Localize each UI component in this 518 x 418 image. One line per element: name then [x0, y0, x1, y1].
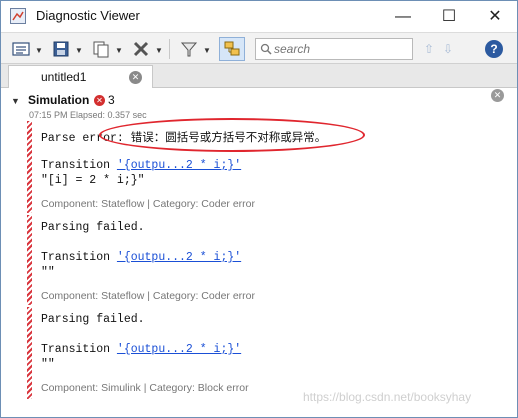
model-hierarchy-icon: [224, 41, 240, 56]
title-bar: Diagnostic Viewer — ☐ ✕: [1, 1, 517, 32]
watermark: https://blog.csdn.net/booksyhay: [303, 390, 472, 404]
transition-code: "": [41, 358, 55, 371]
transition-link[interactable]: '{outpu...2 * i;}': [117, 251, 241, 264]
previous-result-icon[interactable]: ⇧: [424, 42, 434, 56]
diagnostic-viewer-window: Diagnostic Viewer — ☐ ✕ ▼ ▼ ▼ ▼ ▼ search…: [0, 0, 518, 418]
error-stripe: [27, 121, 32, 213]
help-button[interactable]: ?: [485, 40, 503, 58]
error-message: Parsing failed.: [41, 313, 145, 326]
search-field[interactable]: [255, 38, 413, 60]
clear-x-icon: [133, 41, 149, 57]
list-view-icon: [12, 42, 30, 56]
copy-icon: [93, 41, 109, 58]
entry-footer: Component: Stateflow | Category: Coder e…: [41, 290, 255, 302]
maximize-button[interactable]: ☐: [426, 1, 472, 32]
chevron-down-icon: ▼: [203, 46, 211, 55]
transition-code: "[i] = 2 * i;}": [41, 174, 145, 187]
annotation-ellipse: [99, 118, 365, 152]
entry-footer: Component: Simulink | Category: Block er…: [41, 382, 249, 394]
save-icon: [53, 41, 69, 57]
diagnostics-panel: ✕ ▼ Simulation ✕ 3 07:15 PM Elapsed: 0.3…: [1, 89, 517, 417]
error-count: 3: [108, 93, 115, 107]
transition-label: Transition: [41, 251, 117, 264]
window-title: Diagnostic Viewer: [36, 8, 140, 23]
search-icon: [260, 43, 272, 55]
transition-code: "": [41, 266, 55, 279]
next-result-icon[interactable]: ⇩: [443, 42, 453, 56]
diagnostic-entry: Parsing failed. Transition '{outpu...2 *…: [27, 307, 497, 399]
minimize-button[interactable]: —: [380, 1, 426, 32]
panel-close-icon[interactable]: ✕: [491, 89, 504, 102]
search-input[interactable]: [274, 41, 410, 57]
transition-link[interactable]: '{outpu...2 * i;}': [117, 159, 241, 172]
transition-line: Transition '{outpu...2 * i;}': [41, 251, 241, 264]
section-title: Simulation: [28, 93, 90, 107]
app-icon: [10, 8, 26, 24]
save-button[interactable]: ▼: [51, 39, 83, 59]
chevron-down-icon: ▼: [75, 46, 83, 55]
tab-label: untitled1: [41, 70, 87, 84]
entry-footer: Component: Stateflow | Category: Coder e…: [41, 198, 255, 210]
tab-untitled1[interactable]: untitled1 ✕: [8, 65, 153, 88]
transition-line: Transition '{outpu...2 * i;}': [41, 159, 241, 172]
toolbar: ▼ ▼ ▼ ▼ ▼ search ⇧ ⇩ ?: [1, 32, 517, 64]
error-stripe: [27, 215, 32, 305]
group-by-model-toggle[interactable]: [219, 37, 245, 61]
transition-label: Transition: [41, 159, 117, 172]
diagnostic-entry: Parsing failed. Transition '{outpu...2 *…: [27, 215, 497, 305]
filter-button[interactable]: ▼: [179, 39, 211, 59]
close-window-button[interactable]: ✕: [472, 1, 518, 32]
chevron-down-icon: ▼: [155, 46, 163, 55]
model-tab-strip: untitled1 ✕: [1, 64, 517, 88]
transition-link[interactable]: '{outpu...2 * i;}': [117, 343, 241, 356]
error-icon: ✕: [94, 95, 105, 106]
collapse-caret-icon[interactable]: ▼: [11, 96, 20, 106]
toolbar-separator: [169, 39, 170, 59]
chevron-down-icon: ▼: [115, 46, 123, 55]
simulation-timestamp: 07:15 PM Elapsed: 0.357 sec: [29, 110, 147, 120]
view-options-button[interactable]: ▼: [11, 39, 43, 59]
transition-line: Transition '{outpu...2 * i;}': [41, 343, 241, 356]
error-stripe: [27, 307, 32, 399]
copy-button[interactable]: ▼: [91, 39, 123, 59]
filter-funnel-icon: [180, 42, 198, 57]
transition-label: Transition: [41, 343, 117, 356]
error-message: Parsing failed.: [41, 221, 145, 234]
clear-button[interactable]: ▼: [131, 39, 163, 59]
chevron-down-icon: ▼: [35, 46, 43, 55]
tab-close-icon[interactable]: ✕: [129, 71, 142, 84]
